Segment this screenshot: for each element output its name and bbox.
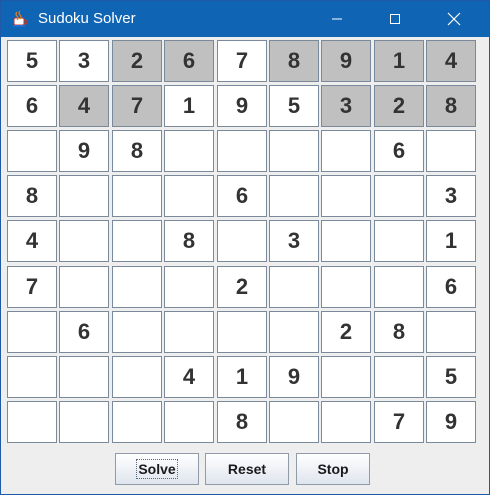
sudoku-cell[interactable] <box>112 401 162 443</box>
sudoku-cell[interactable]: 9 <box>321 40 371 82</box>
sudoku-cell[interactable] <box>164 175 214 217</box>
sudoku-cell[interactable]: 5 <box>426 356 476 398</box>
sudoku-cell[interactable] <box>269 130 319 172</box>
sudoku-cell[interactable] <box>59 220 109 262</box>
sudoku-cell[interactable]: 6 <box>217 175 267 217</box>
close-button[interactable] <box>425 1 483 37</box>
maximize-icon <box>390 14 400 24</box>
sudoku-cell[interactable] <box>269 401 319 443</box>
sudoku-cell[interactable]: 8 <box>7 175 57 217</box>
stop-button-label: Stop <box>317 461 349 477</box>
sudoku-cell[interactable]: 6 <box>374 130 424 172</box>
sudoku-cell[interactable] <box>269 175 319 217</box>
sudoku-cell[interactable]: 6 <box>164 40 214 82</box>
stop-button[interactable]: Stop <box>296 453 370 485</box>
sudoku-cell[interactable]: 3 <box>321 85 371 127</box>
sudoku-cell[interactable]: 8 <box>269 40 319 82</box>
sudoku-cell[interactable]: 3 <box>269 220 319 262</box>
sudoku-cell[interactable]: 5 <box>7 40 57 82</box>
sudoku-cell[interactable]: 9 <box>217 85 267 127</box>
sudoku-cell[interactable]: 6 <box>426 266 476 308</box>
sudoku-cell[interactable] <box>321 220 371 262</box>
solve-button[interactable]: Solve <box>115 453 199 485</box>
java-cup-icon <box>11 10 29 28</box>
sudoku-cell[interactable] <box>164 130 214 172</box>
sudoku-cell[interactable]: 2 <box>374 85 424 127</box>
sudoku-cell[interactable] <box>164 311 214 353</box>
sudoku-cell[interactable]: 1 <box>217 356 267 398</box>
sudoku-cell[interactable] <box>374 175 424 217</box>
sudoku-cell[interactable]: 7 <box>217 40 267 82</box>
sudoku-cell[interactable] <box>7 130 57 172</box>
sudoku-cell[interactable]: 6 <box>7 85 57 127</box>
sudoku-cell[interactable]: 2 <box>217 266 267 308</box>
sudoku-cell[interactable]: 4 <box>164 356 214 398</box>
sudoku-cell[interactable]: 7 <box>374 401 424 443</box>
sudoku-cell[interactable] <box>59 175 109 217</box>
sudoku-cell[interactable] <box>59 356 109 398</box>
sudoku-cell[interactable]: 5 <box>269 85 319 127</box>
sudoku-cell[interactable]: 8 <box>217 401 267 443</box>
sudoku-cell[interactable]: 7 <box>7 266 57 308</box>
sudoku-cell[interactable] <box>112 175 162 217</box>
sudoku-grid: 5326789146471953289868634831726628419587… <box>7 40 480 443</box>
sudoku-cell[interactable]: 1 <box>374 40 424 82</box>
sudoku-cell[interactable]: 8 <box>426 85 476 127</box>
sudoku-cell[interactable] <box>112 266 162 308</box>
solve-button-label: Solve <box>136 459 178 479</box>
sudoku-cell[interactable] <box>7 401 57 443</box>
sudoku-cell[interactable]: 7 <box>112 85 162 127</box>
sudoku-cell[interactable]: 9 <box>426 401 476 443</box>
sudoku-cell[interactable]: 3 <box>426 175 476 217</box>
sudoku-cell[interactable]: 6 <box>59 311 109 353</box>
sudoku-cell[interactable] <box>164 266 214 308</box>
sudoku-cell[interactable] <box>426 130 476 172</box>
sudoku-cell[interactable]: 8 <box>112 130 162 172</box>
sudoku-cell[interactable]: 8 <box>374 311 424 353</box>
sudoku-cell[interactable] <box>269 311 319 353</box>
sudoku-cell[interactable]: 2 <box>321 311 371 353</box>
sudoku-cell[interactable] <box>59 266 109 308</box>
minimize-icon <box>332 18 342 20</box>
sudoku-cell[interactable]: 2 <box>112 40 162 82</box>
reset-button-label: Reset <box>227 461 267 477</box>
sudoku-cell[interactable] <box>321 175 371 217</box>
sudoku-cell[interactable] <box>374 220 424 262</box>
sudoku-cell[interactable] <box>217 220 267 262</box>
sudoku-cell[interactable] <box>217 130 267 172</box>
minimize-button[interactable] <box>308 1 366 37</box>
maximize-button[interactable] <box>366 1 424 37</box>
sudoku-cell[interactable] <box>321 266 371 308</box>
reset-button[interactable]: Reset <box>205 453 289 485</box>
sudoku-cell[interactable] <box>7 311 57 353</box>
sudoku-cell[interactable]: 9 <box>269 356 319 398</box>
close-icon <box>447 12 461 26</box>
sudoku-cell[interactable] <box>321 401 371 443</box>
sudoku-cell[interactable]: 3 <box>59 40 109 82</box>
sudoku-cell[interactable] <box>112 220 162 262</box>
sudoku-cell[interactable] <box>374 356 424 398</box>
sudoku-cell[interactable]: 1 <box>164 85 214 127</box>
sudoku-cell[interactable]: 1 <box>426 220 476 262</box>
sudoku-cell[interactable]: 4 <box>59 85 109 127</box>
app-window: Sudoku Solver 53267891464719532898686348… <box>0 0 490 495</box>
sudoku-cell[interactable]: 4 <box>426 40 476 82</box>
sudoku-cell[interactable] <box>321 356 371 398</box>
window-title: Sudoku Solver <box>38 10 136 27</box>
sudoku-cell[interactable] <box>217 311 267 353</box>
sudoku-cell[interactable]: 8 <box>164 220 214 262</box>
sudoku-cell[interactable]: 9 <box>59 130 109 172</box>
sudoku-cell[interactable] <box>112 356 162 398</box>
sudoku-cell[interactable] <box>164 401 214 443</box>
sudoku-cell[interactable] <box>112 311 162 353</box>
sudoku-cell[interactable] <box>7 356 57 398</box>
sudoku-cell[interactable] <box>426 311 476 353</box>
sudoku-cell[interactable] <box>321 130 371 172</box>
sudoku-cell[interactable]: 4 <box>7 220 57 262</box>
title-bar[interactable]: Sudoku Solver <box>1 1 489 37</box>
sudoku-cell[interactable] <box>59 401 109 443</box>
sudoku-cell[interactable] <box>374 266 424 308</box>
sudoku-cell[interactable] <box>269 266 319 308</box>
